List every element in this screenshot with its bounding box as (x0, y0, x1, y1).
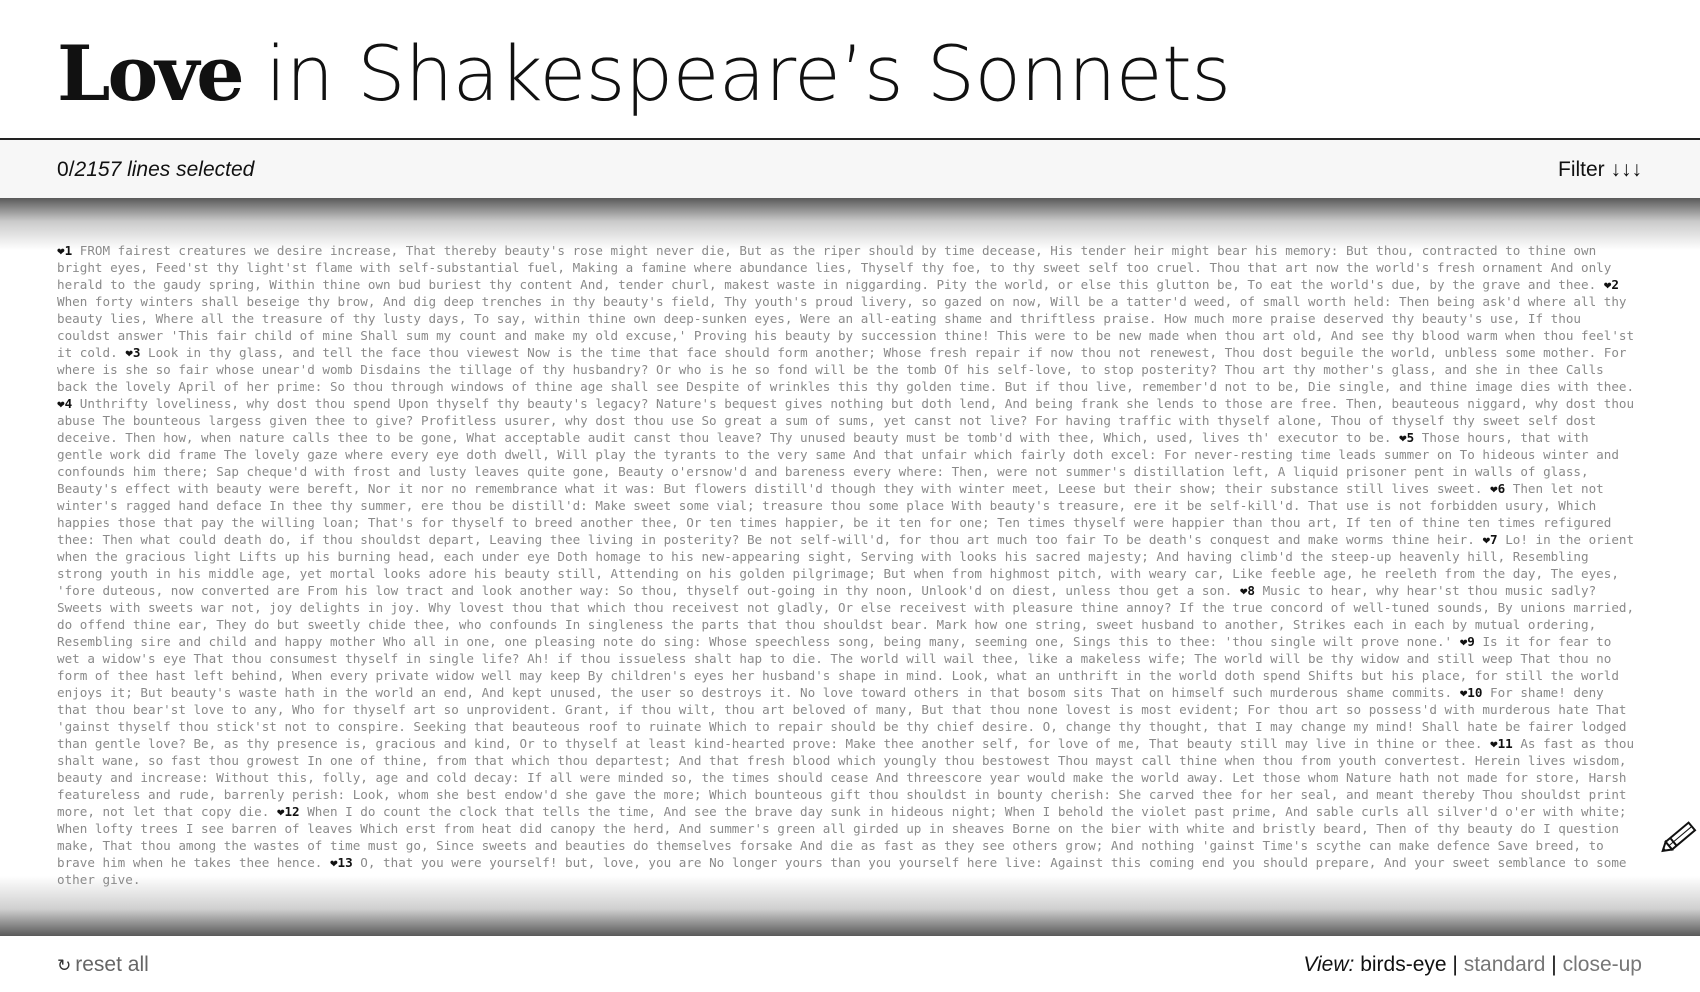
filter-button[interactable]: Filter ↓↓↓ (1558, 157, 1642, 183)
selected-count: 0/2157 lines selected (57, 158, 255, 181)
sonnets-text: ❤1 FROM fairest creatures we desire incr… (57, 242, 1639, 888)
title-keyword: Love (57, 29, 245, 118)
view-label: View: (1303, 953, 1355, 976)
sonnet-marker[interactable]: ❤3 (125, 345, 140, 360)
title-rest: in Shakespeare’s Sonnets (241, 29, 1231, 118)
status-bar: 0/2157 lines selected Filter ↓↓↓ (0, 140, 1700, 198)
footer: ↻ reset all View: birds-eye | standard | … (0, 936, 1700, 992)
sonnet-marker[interactable]: ❤2 (1604, 277, 1619, 292)
view-standard[interactable]: standard (1464, 953, 1546, 976)
selected-total: 2157 lines selected (74, 158, 255, 181)
sonnet-marker[interactable]: ❤11 (1490, 736, 1513, 751)
sonnets-text-area[interactable]: ❤1 FROM fairest creatures we desire incr… (0, 198, 1700, 936)
view-separator: | (1551, 953, 1557, 976)
sonnet-marker[interactable]: ❤12 (277, 804, 300, 819)
sonnet-marker[interactable]: ❤5 (1399, 430, 1414, 445)
sonnet-marker[interactable]: ❤4 (57, 396, 72, 411)
sonnet-marker[interactable]: ❤1 (57, 243, 72, 258)
pencil-icon[interactable] (1656, 816, 1700, 860)
view-switch: View: birds-eye | standard | close-up (1303, 952, 1642, 978)
reset-label: reset all (75, 953, 149, 976)
view-separator: | (1452, 953, 1458, 976)
sonnet-marker[interactable]: ❤10 (1460, 685, 1483, 700)
reset-all-button[interactable]: ↻ reset all (57, 952, 149, 979)
sonnet-marker[interactable]: ❤13 (330, 855, 353, 870)
sonnet-marker[interactable]: ❤6 (1490, 481, 1505, 496)
reset-icon: ↻ (57, 956, 72, 975)
sonnet-marker[interactable]: ❤8 (1240, 583, 1255, 598)
sonnet-body[interactable]: Unthrifty loveliness, why dost thou spen… (57, 396, 1634, 445)
sonnet-body[interactable]: Look in thy glass, and tell the face tho… (57, 345, 1634, 394)
view-birds-eye[interactable]: birds-eye (1360, 953, 1446, 976)
sonnet-marker[interactable]: ❤7 (1482, 532, 1497, 547)
selected-number: 0 (57, 158, 69, 181)
view-close-up[interactable]: close-up (1563, 953, 1642, 976)
sonnet-marker[interactable]: ❤9 (1460, 634, 1475, 649)
sonnet-body[interactable]: FROM fairest creatures we desire increas… (57, 243, 1611, 292)
header: Love in Shakespeare’s Sonnets (0, 0, 1700, 140)
page-title: Love in Shakespeare’s Sonnets (57, 28, 1231, 120)
